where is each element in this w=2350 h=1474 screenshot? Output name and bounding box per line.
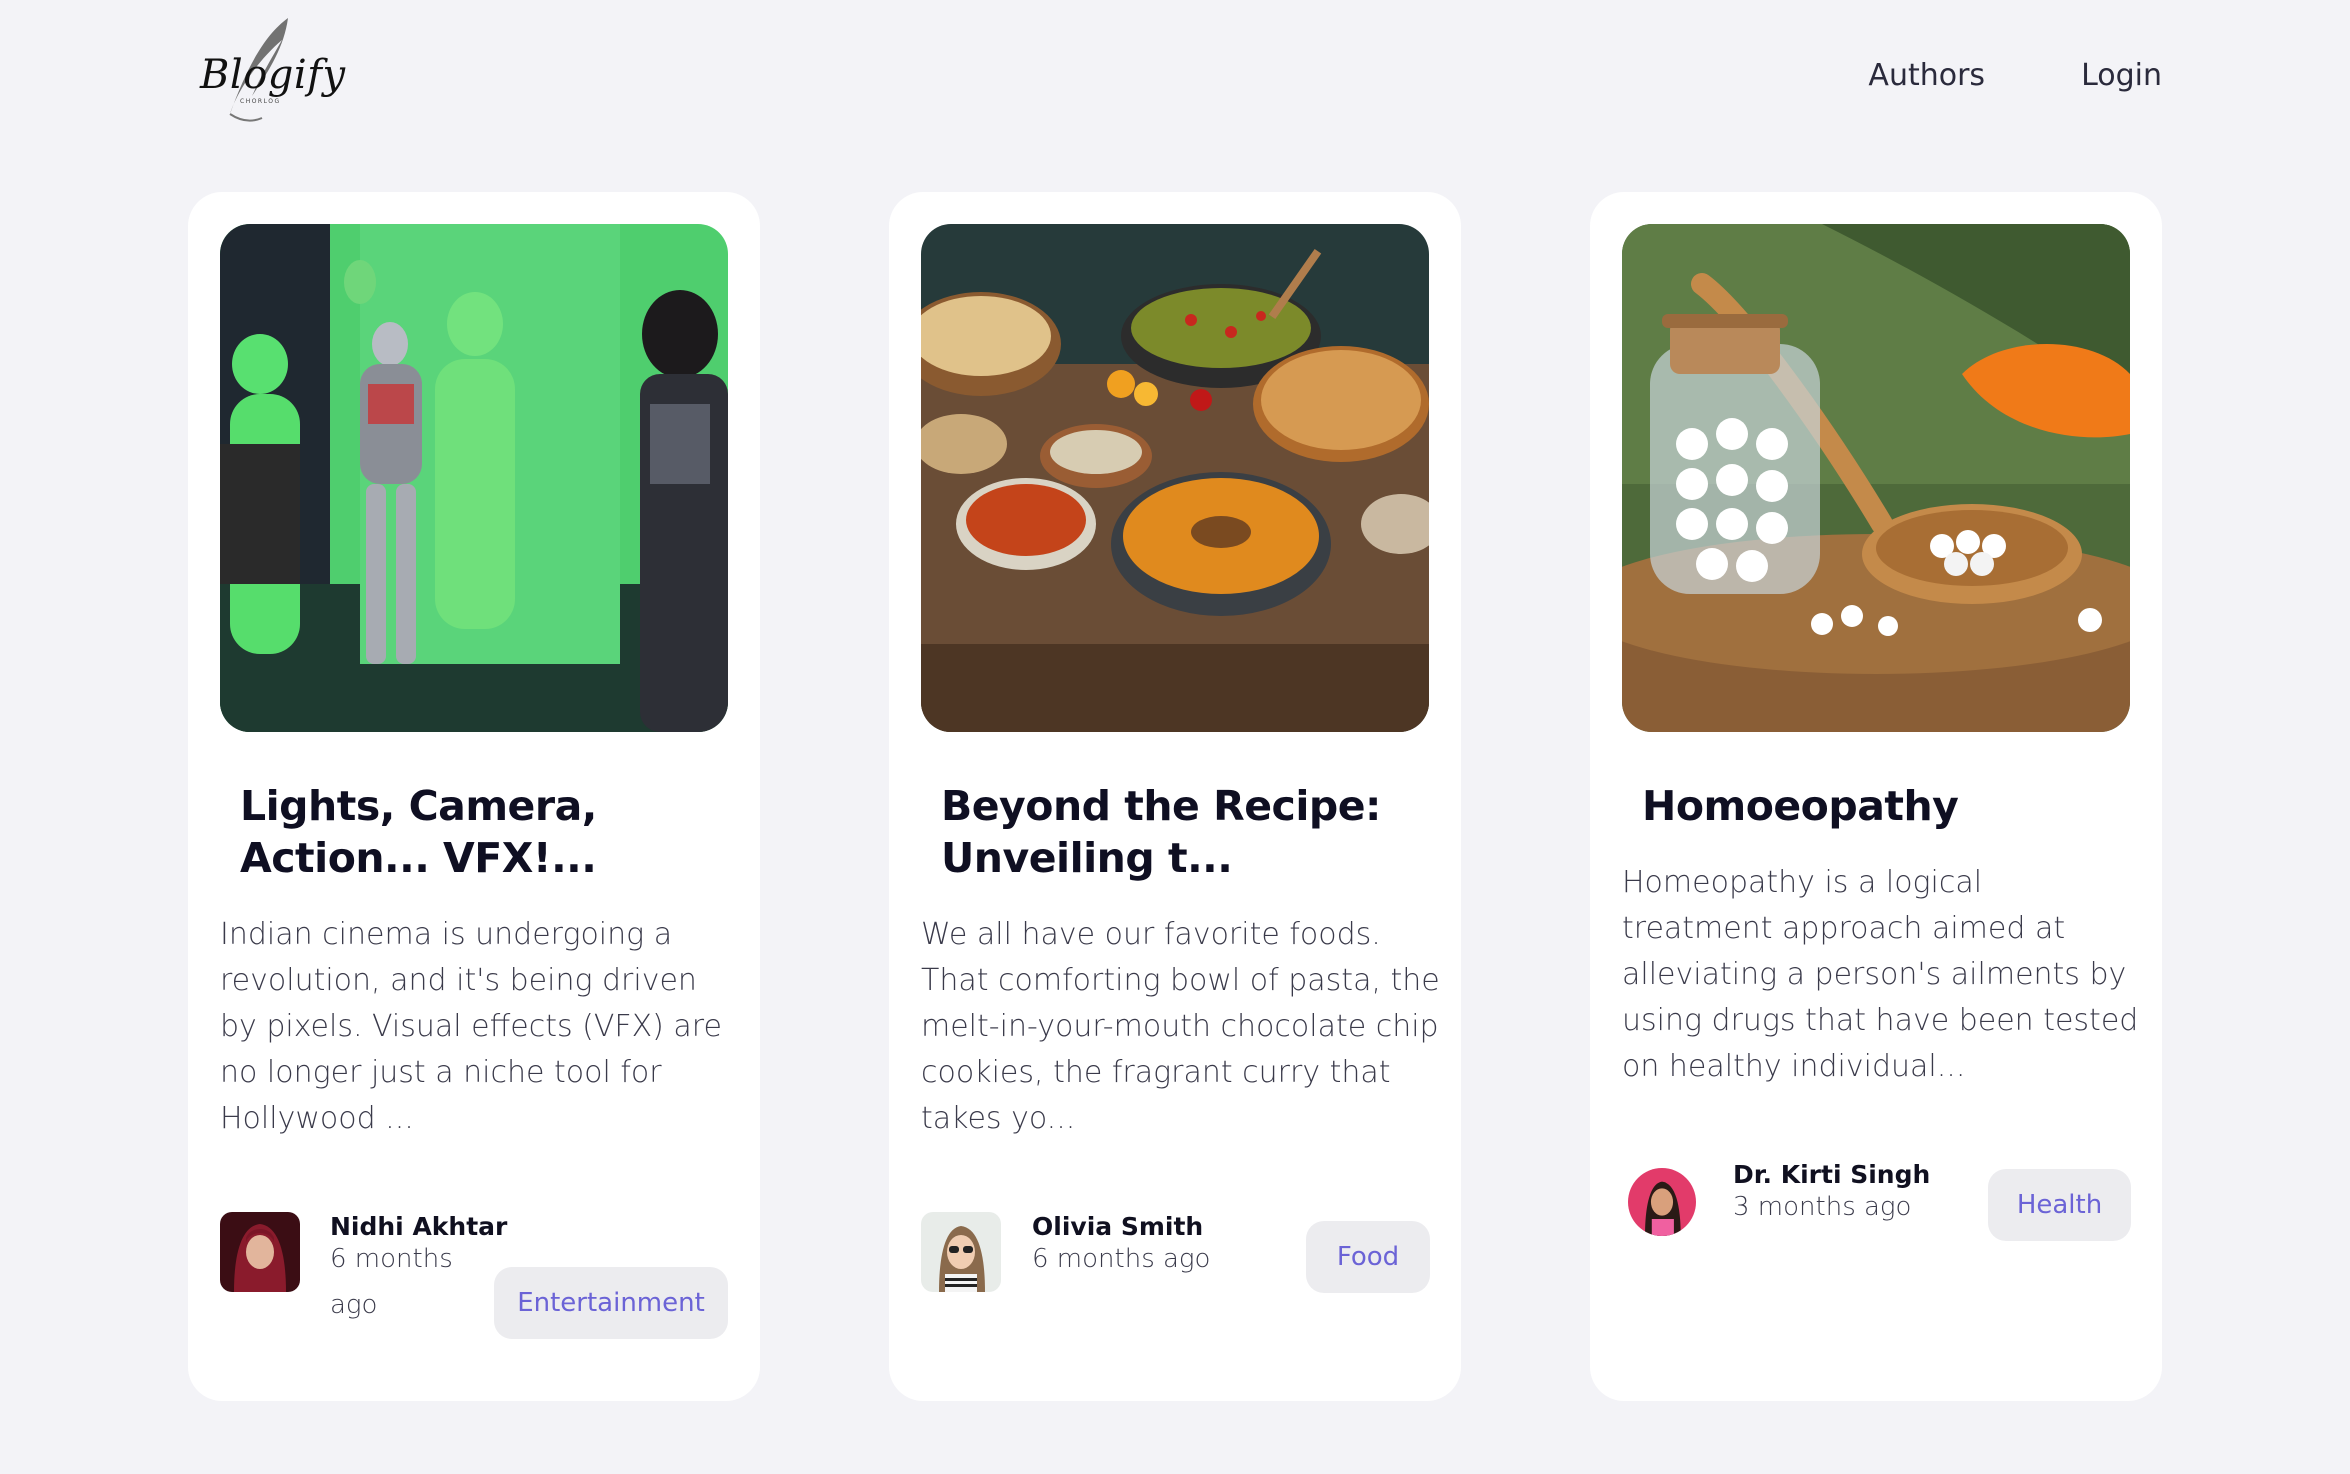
category-tag[interactable]: Food (1306, 1221, 1430, 1293)
author-avatar[interactable] (921, 1212, 1001, 1292)
nav-authors-link[interactable]: Authors (1868, 58, 1985, 93)
post-excerpt: We all have our favorite foods. That com… (921, 917, 1440, 1136)
author-photo-olivia (921, 1212, 1001, 1292)
post-time: 6 months ago (1032, 1244, 1211, 1274)
post-title[interactable]: Beyond the Recipe: Unveiling t... (941, 780, 1431, 884)
post-card[interactable]: Lights, Camera, Action... VFX!... Indian… (188, 192, 760, 1401)
post-time: 6 months ago (330, 1244, 453, 1320)
homeopathy-pills-image (1622, 224, 2130, 732)
post-time: 3 months ago (1733, 1192, 1912, 1222)
vfx-greenscreen-image (220, 224, 728, 732)
post-thumbnail-vfx[interactable] (220, 224, 728, 732)
nav-login-link[interactable]: Login (2081, 58, 2162, 93)
post-thumbnail-homeopathy[interactable] (1622, 224, 2130, 732)
logo-wordmark: Blogify (200, 52, 346, 98)
author-avatar[interactable] (220, 1212, 300, 1292)
post-thumbnail-food[interactable] (921, 224, 1429, 732)
blogify-logo[interactable]: Blogify CHORLOG (196, 14, 345, 129)
post-excerpt: Indian cinema is undergoing a revolution… (220, 917, 722, 1136)
author-photo-nidhi (220, 1212, 300, 1292)
top-nav: Authors Login (1868, 58, 2162, 93)
page: Blogify CHORLOG Authors Login Lights, Ca… (0, 0, 2350, 1474)
category-tag[interactable]: Entertainment (494, 1267, 728, 1339)
logo-tagline: CHORLOG (240, 98, 281, 105)
post-excerpt: Homeopathy is a logical treatment approa… (1622, 865, 2139, 1084)
author-photo-kirti (1628, 1168, 1696, 1236)
post-title[interactable]: Homoeopathy (1642, 780, 2132, 832)
category-tag[interactable]: Health (1988, 1169, 2131, 1241)
food-table-image (921, 224, 1429, 732)
author-avatar[interactable] (1628, 1168, 1696, 1236)
post-title[interactable]: Lights, Camera, Action... VFX!... (240, 780, 730, 884)
post-card[interactable]: Homoeopathy Homeopathy is a logical trea… (1590, 192, 2162, 1401)
post-card[interactable]: Beyond the Recipe: Unveiling t... We all… (889, 192, 1461, 1401)
